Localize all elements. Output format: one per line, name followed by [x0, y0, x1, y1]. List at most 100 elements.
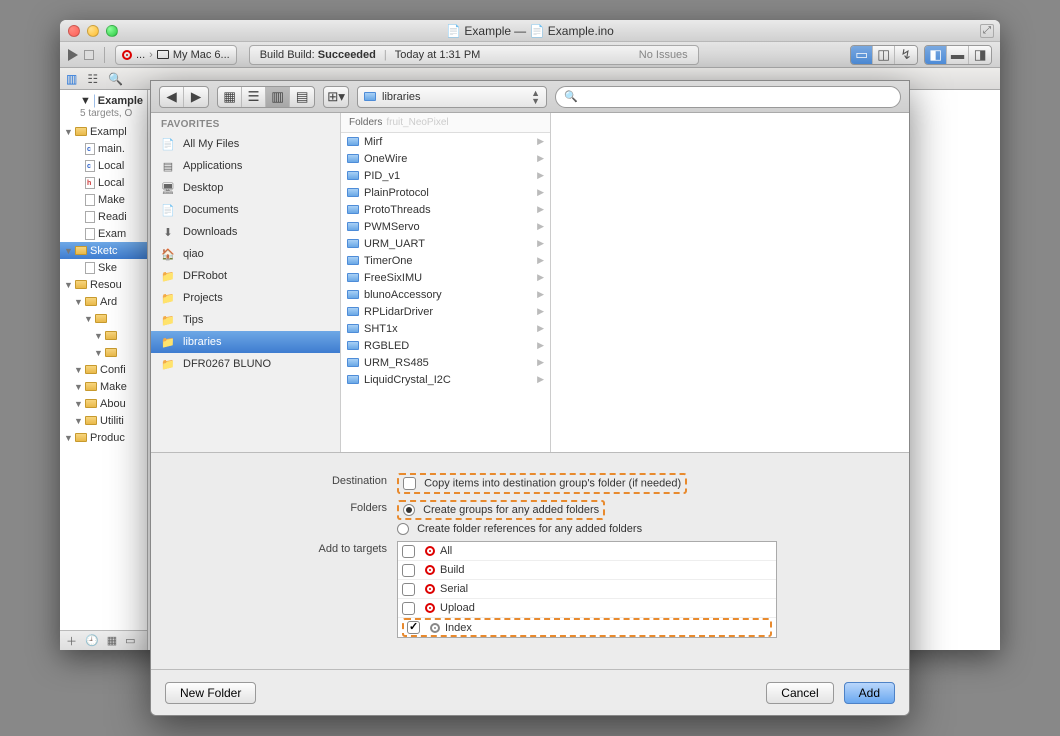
- list-view-button[interactable]: ☰: [242, 87, 266, 107]
- search-navigator-icon[interactable]: 🔍: [108, 72, 123, 86]
- target-row[interactable]: Build: [398, 561, 776, 580]
- folder-row[interactable]: PID_v1▶: [341, 167, 550, 184]
- project-navigator-icon[interactable]: ▥: [66, 72, 77, 86]
- folder-row[interactable]: SHT1x▶: [341, 320, 550, 337]
- symbol-navigator-icon[interactable]: ☷: [87, 72, 98, 86]
- tree-row[interactable]: ▼Make: [60, 378, 147, 395]
- zoom-window-button[interactable]: [106, 25, 118, 37]
- tree-row[interactable]: Readi: [60, 208, 147, 225]
- chevron-right-icon: ▶: [537, 289, 544, 300]
- folder-row[interactable]: URM_UART▶: [341, 235, 550, 252]
- stop-button[interactable]: [84, 50, 94, 60]
- search-field[interactable]: 🔍: [555, 86, 901, 108]
- folder-row[interactable]: LiquidCrystal_I2C▶: [341, 371, 550, 388]
- target-checkbox[interactable]: [402, 564, 415, 577]
- favorite-item[interactable]: 🖥Desktop: [151, 177, 340, 199]
- favorite-item[interactable]: 📁Projects: [151, 287, 340, 309]
- folder-row[interactable]: PlainProtocol▶: [341, 184, 550, 201]
- folder-row[interactable]: URM_RS485▶: [341, 354, 550, 371]
- target-checkbox[interactable]: [407, 621, 420, 634]
- tree-row[interactable]: ▼: [60, 327, 147, 344]
- tree-row[interactable]: ▼Abou: [60, 395, 147, 412]
- favorite-item[interactable]: ⬇Downloads: [151, 221, 340, 243]
- target-row[interactable]: Index: [398, 618, 776, 637]
- coverflow-view-button[interactable]: ▤: [290, 87, 314, 107]
- version-editor-button[interactable]: ↯: [895, 46, 917, 64]
- tree-row[interactable]: ▼Sketc: [60, 242, 147, 259]
- tree-row[interactable]: ▼: [60, 344, 147, 361]
- folder-row[interactable]: RGBLED▶: [341, 337, 550, 354]
- favorite-item[interactable]: 📁libraries: [151, 331, 340, 353]
- favorite-item[interactable]: 📁DFRobot: [151, 265, 340, 287]
- arrange-button[interactable]: ⊞▾: [324, 87, 348, 107]
- tree-row[interactable]: ▼Ard: [60, 293, 147, 310]
- scheme-selector[interactable]: ... › My Mac 6...: [115, 45, 237, 65]
- new-folder-button[interactable]: New Folder: [165, 682, 256, 704]
- add-icon[interactable]: ＋: [66, 633, 77, 649]
- folder-refs-radio[interactable]: [397, 523, 409, 535]
- fullscreen-button[interactable]: ⤢: [980, 24, 994, 38]
- bottom-panel-button[interactable]: ▬: [947, 46, 969, 64]
- folder-row[interactable]: OneWire▶: [341, 150, 550, 167]
- tree-label: Local: [98, 177, 124, 189]
- chevron-right-icon: ▶: [537, 136, 544, 147]
- tree-row[interactable]: Make: [60, 191, 147, 208]
- editor-mode-segment[interactable]: ▭ ◫ ↯: [850, 45, 918, 65]
- folder-row[interactable]: ProtoThreads▶: [341, 201, 550, 218]
- column-view-button[interactable]: ▥: [266, 87, 290, 107]
- assistant-editor-button[interactable]: ◫: [873, 46, 895, 64]
- add-button[interactable]: Add: [844, 682, 895, 704]
- tree-row[interactable]: ▼Exampl: [60, 123, 147, 140]
- right-panel-button[interactable]: ◨: [969, 46, 991, 64]
- favorite-item[interactable]: 📁Tips: [151, 309, 340, 331]
- tree-row[interactable]: ▼: [60, 310, 147, 327]
- favorite-item[interactable]: 📁DFR0267 BLUNO: [151, 353, 340, 375]
- target-row[interactable]: Serial: [398, 580, 776, 599]
- view-mode-group[interactable]: ▦ ☰ ▥ ▤: [217, 86, 315, 108]
- cancel-button[interactable]: Cancel: [766, 682, 833, 704]
- target-row[interactable]: All: [398, 542, 776, 561]
- favorite-item[interactable]: 🏠qiao: [151, 243, 340, 265]
- tree-row[interactable]: Ske: [60, 259, 147, 276]
- folder-row[interactable]: Mirf▶: [341, 133, 550, 150]
- project-root[interactable]: ▼ Example 5 targets, O: [60, 90, 147, 123]
- filter-icon[interactable]: ▭: [125, 634, 135, 647]
- folder-row[interactable]: PWMServo▶: [341, 218, 550, 235]
- path-popup[interactable]: libraries ▲▼: [357, 86, 547, 108]
- tree-row[interactable]: ▼Confi: [60, 361, 147, 378]
- tree-row[interactable]: Exam: [60, 225, 147, 242]
- view-panels-segment[interactable]: ◧ ▬ ◨: [924, 45, 992, 65]
- back-button[interactable]: ◀: [160, 87, 184, 107]
- tree-row[interactable]: hLocal: [60, 174, 147, 191]
- tree-row[interactable]: ▼Produc: [60, 429, 147, 446]
- tree-row[interactable]: cLocal: [60, 157, 147, 174]
- forward-button[interactable]: ▶: [184, 87, 208, 107]
- favorite-item[interactable]: ▤Applications: [151, 155, 340, 177]
- folder-row[interactable]: TimerOne▶: [341, 252, 550, 269]
- targets-list[interactable]: AllBuildSerialUploadIndex: [397, 541, 777, 638]
- favorite-item[interactable]: 📄All My Files: [151, 133, 340, 155]
- clock-icon[interactable]: 🕘: [85, 634, 99, 647]
- copy-items-checkbox[interactable]: [403, 477, 416, 490]
- folder-row[interactable]: RPLidarDriver▶: [341, 303, 550, 320]
- run-button[interactable]: [68, 49, 78, 61]
- icon-view-button[interactable]: ▦: [218, 87, 242, 107]
- tree-row[interactable]: ▼Utiliti: [60, 412, 147, 429]
- favorite-item[interactable]: 📄Documents: [151, 199, 340, 221]
- create-groups-radio[interactable]: [403, 504, 415, 516]
- target-checkbox[interactable]: [402, 583, 415, 596]
- folder-row[interactable]: blunoAccessory▶: [341, 286, 550, 303]
- arrange-group[interactable]: ⊞▾: [323, 86, 349, 108]
- folder-row[interactable]: FreeSixIMU▶: [341, 269, 550, 286]
- tree-row[interactable]: ▼Resou: [60, 276, 147, 293]
- target-checkbox[interactable]: [402, 545, 415, 558]
- standard-editor-button[interactable]: ▭: [851, 46, 873, 64]
- left-panel-button[interactable]: ◧: [925, 46, 947, 64]
- minimize-window-button[interactable]: [87, 25, 99, 37]
- target-row[interactable]: Upload: [398, 599, 776, 618]
- target-checkbox[interactable]: [402, 602, 415, 615]
- scm-icon[interactable]: ▦: [107, 634, 117, 647]
- tree-row[interactable]: cmain.: [60, 140, 147, 157]
- back-forward-group[interactable]: ◀ ▶: [159, 86, 209, 108]
- close-window-button[interactable]: [68, 25, 80, 37]
